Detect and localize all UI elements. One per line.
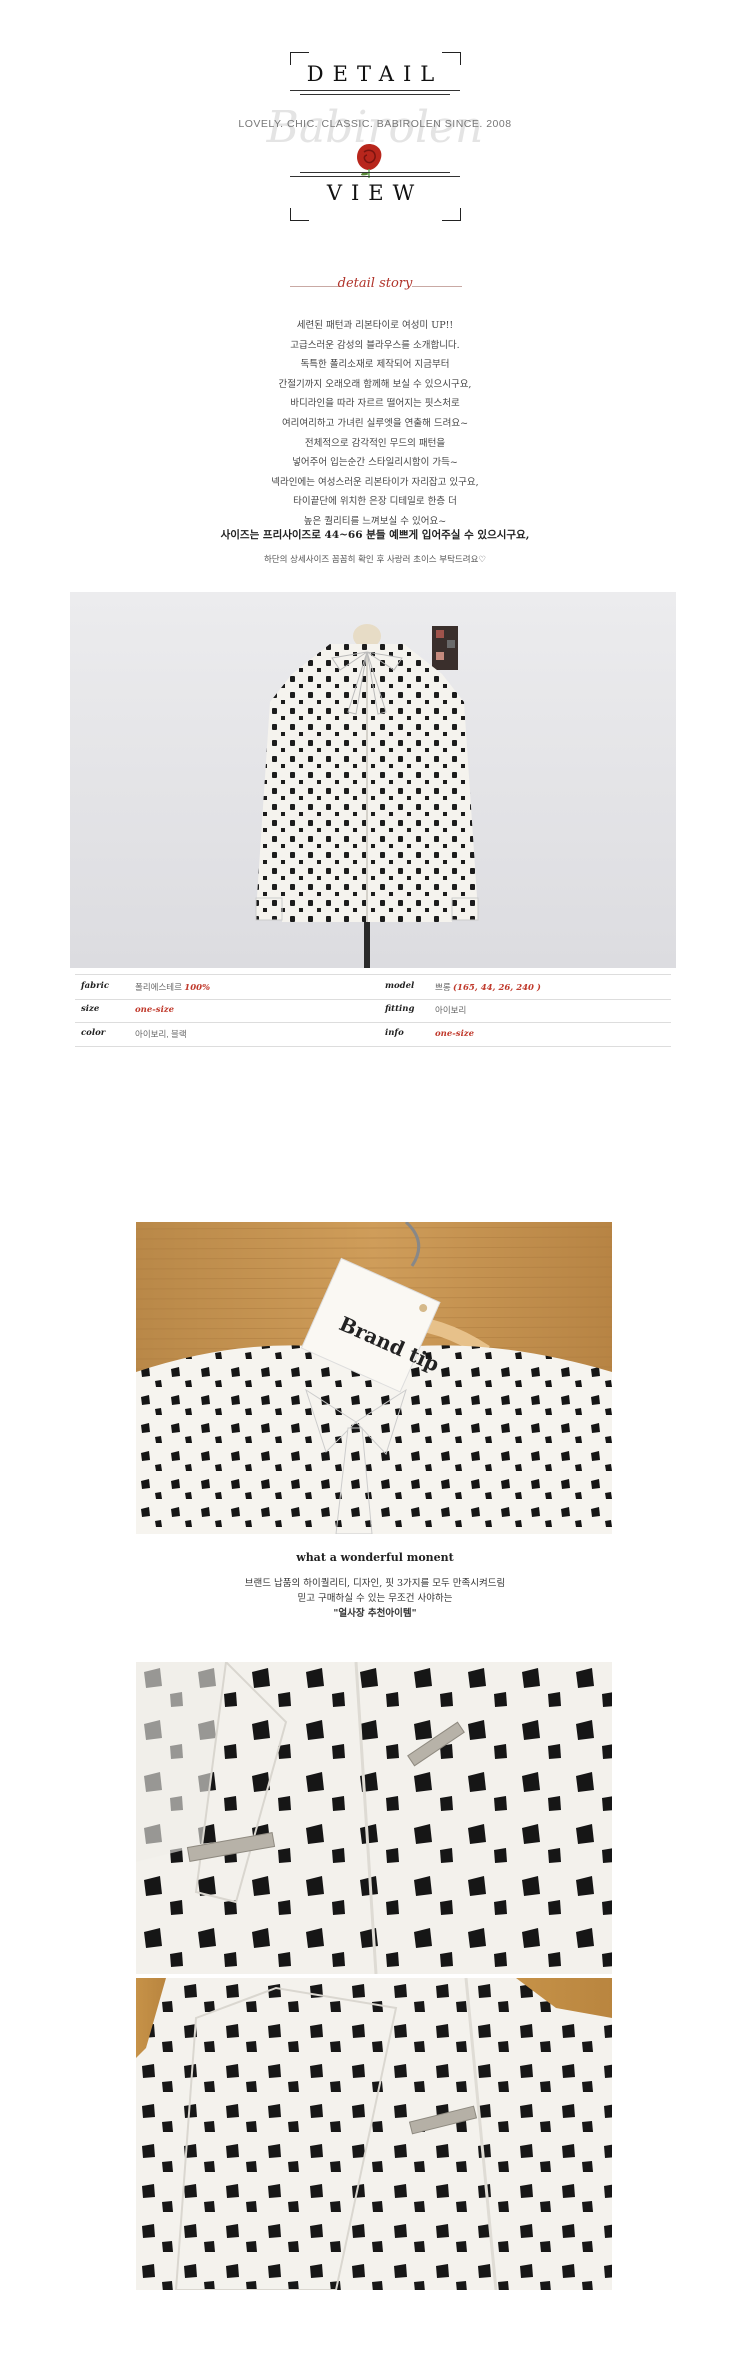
info-label: color xyxy=(81,1028,106,1038)
moment-line: 믿고 구매하실 수 있는 무조건 사야하는 xyxy=(297,1593,453,1604)
header-detail-word: DETAIL xyxy=(306,62,444,86)
info-value: one-size xyxy=(435,1029,475,1039)
info-label: fabric xyxy=(81,981,109,991)
story-line: 여리여리하고 가녀린 실루엣을 연출해 드려요~ xyxy=(281,417,469,429)
header-view-word: VIEW xyxy=(326,181,424,205)
story-line: 전체적으로 감각적인 무드의 패턴을 xyxy=(304,437,446,449)
moment-title: what a wonderful monent xyxy=(296,1551,454,1564)
story-size-tip: 하단의 상세사이즈 꼼꼼히 확인 후 사랑러 초이스 부탁드려요♡ xyxy=(263,555,487,565)
product-photo-closeup-collar xyxy=(136,1662,612,1974)
info-row-color: color 아이보리, 블랙 info one-size xyxy=(75,1022,671,1047)
header-subtitle: LOVELY. CHIC. CLASSIC. BABIROLEN SINCE. … xyxy=(238,118,512,130)
info-value: 아이보리, 블랙 xyxy=(135,1029,187,1039)
story-line: 넣어주어 입는순간 스타일리시함이 가득~ xyxy=(292,457,458,469)
story-line: 바디라인을 따라 자르르 떨어지는 핏스처로 xyxy=(290,398,460,410)
info-row-size: size one-size fitting 아이보리 xyxy=(75,998,671,1023)
product-photo-hanger-tag: Brand tip xyxy=(136,1222,612,1534)
info-value: 쁘롱 (165, 44, 26, 240 ) xyxy=(435,982,541,993)
product-photo-mannequin xyxy=(70,592,676,968)
story-line: 세련된 패턴과 리본타이로 여성미 UP!! xyxy=(296,320,454,331)
rose-logo-icon xyxy=(349,140,389,184)
moment-body: 브랜드 납품의 하이퀄리티, 디자인, 핏 3가지를 모두 만족시켜드림 믿고 … xyxy=(0,1576,750,1621)
story-line: 고급스러운 감성의 블라우스를 소개합니다. xyxy=(290,339,460,351)
story-title: detail story xyxy=(337,276,413,291)
info-label: info xyxy=(385,1028,404,1038)
info-label: fitting xyxy=(385,1004,415,1014)
story-body: 세련된 패턴과 리본타이로 여성미 UP!! 고급스러운 감성의 블라우스를 소… xyxy=(0,316,750,532)
story-line: 간절기까지 오래오래 함께해 보실 수 있으시구요, xyxy=(278,378,472,390)
story-line: 넥라인에는 여성스러운 리본타이가 자리잡고 있구요, xyxy=(271,476,479,488)
story-line: 독특한 폴리소재로 제작되어 지금부터 xyxy=(300,359,450,371)
moment-line: "얼사장 추천아이템" xyxy=(333,1608,417,1619)
info-value: 아이보리 xyxy=(435,1005,467,1015)
info-value: one-size xyxy=(135,1005,175,1015)
story-line: 타이끝단에 위치한 은장 디테일로 한층 더 xyxy=(293,496,457,508)
story-size-note: 사이즈는 프리사이즈로 44~66 분들 예쁘게 입어주실 수 있으시구요, xyxy=(220,529,530,541)
info-label: model xyxy=(385,981,415,991)
info-value: 폴리에스테르 100% xyxy=(135,982,211,993)
info-label: size xyxy=(81,1004,100,1014)
moment-line: 브랜드 납품의 하이퀄리티, 디자인, 핏 3가지를 모두 만족시켜드림 xyxy=(244,1578,506,1589)
product-photo-closeup-sleeve xyxy=(136,1978,612,2290)
info-row-fabric: fabric 폴리에스테르 100% model 쁘롱 (165, 44, 26… xyxy=(75,974,671,1000)
